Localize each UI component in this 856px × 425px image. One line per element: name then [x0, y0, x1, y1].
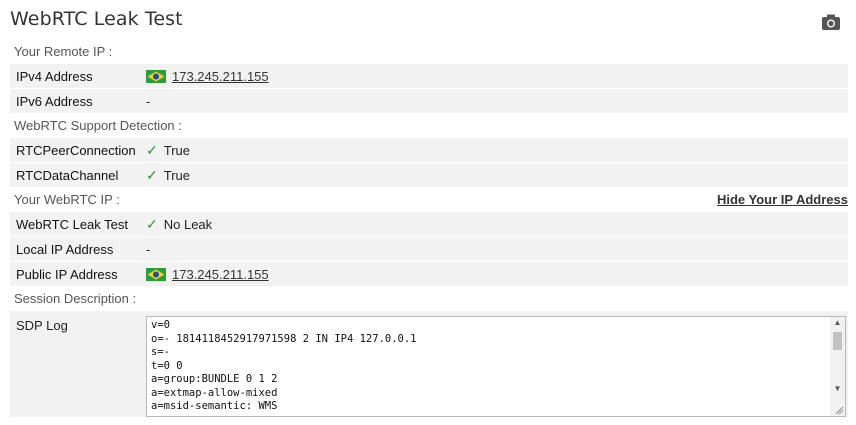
ipv4-label: IPv4 Address [16, 68, 93, 84]
page-title: WebRTC Leak Test [10, 8, 183, 30]
ipv6-value: - [146, 93, 151, 109]
sdp-log-text[interactable]: v=0 o=- 1814118452917971598 2 IN IP4 127… [147, 317, 845, 416]
webrtc-ip-heading: Your WebRTC IP : [14, 192, 120, 207]
row-public-ip: Public IP Address 173.245.211.155 [10, 262, 848, 286]
sdp-log-textarea[interactable]: v=0 o=- 1814118452917971598 2 IN IP4 127… [146, 316, 846, 417]
section-support-detection: WebRTC Support Detection : [14, 118, 182, 133]
sdp-scrollbar[interactable]: ▲ ▼ [830, 317, 845, 416]
leak-test-label: WebRTC Leak Test [16, 216, 128, 232]
peer-connection-value: True [163, 142, 190, 158]
section-remote-ip: Your Remote IP : [14, 44, 113, 59]
row-sdp-log: SDP Log v=0 o=- 1814118452917971598 2 IN… [10, 311, 848, 417]
ipv6-label: IPv6 Address [16, 93, 93, 109]
camera-icon[interactable] [822, 14, 840, 30]
public-ip-link[interactable]: 173.245.211.155 [172, 267, 269, 282]
local-ip-value: - [146, 241, 151, 257]
leak-test-panel: Your Remote IP : IPv4 Address 173.245.21… [10, 40, 848, 417]
scroll-up-icon[interactable]: ▲ [830, 317, 845, 329]
row-leak-test: WebRTC Leak Test ✓ No Leak [10, 212, 848, 236]
resize-grip-icon[interactable] [834, 405, 844, 415]
scroll-down-icon[interactable]: ▼ [830, 383, 845, 395]
section-session-description: Session Description : [14, 291, 137, 306]
data-channel-value: True [163, 167, 190, 183]
section-webrtc-ip: Your WebRTC IP : Hide Your IP Address [10, 188, 848, 212]
row-peer-connection: RTCPeerConnection ✓ True [10, 138, 848, 162]
row-data-channel: RTCDataChannel ✓ True [10, 163, 848, 187]
check-icon: ✓ [146, 166, 158, 183]
check-icon: ✓ [146, 215, 158, 232]
local-ip-label: Local IP Address [16, 241, 114, 257]
check-icon: ✓ [146, 141, 158, 158]
brazil-flag-icon [146, 69, 166, 83]
leak-test-value: No Leak [163, 216, 213, 232]
peer-connection-label: RTCPeerConnection [16, 142, 136, 158]
hide-ip-link[interactable]: Hide Your IP Address [717, 188, 848, 212]
row-ipv4: IPv4 Address 173.245.211.155 [10, 64, 848, 88]
sdp-log-label: SDP Log [16, 318, 68, 333]
ipv4-address-link[interactable]: 173.245.211.155 [172, 69, 269, 84]
row-local-ip: Local IP Address - [10, 237, 848, 261]
row-ipv6: IPv6 Address - [10, 89, 848, 113]
brazil-flag-icon [146, 267, 166, 281]
scroll-thumb[interactable] [833, 332, 842, 350]
data-channel-label: RTCDataChannel [16, 167, 119, 183]
public-ip-label: Public IP Address [16, 266, 118, 282]
